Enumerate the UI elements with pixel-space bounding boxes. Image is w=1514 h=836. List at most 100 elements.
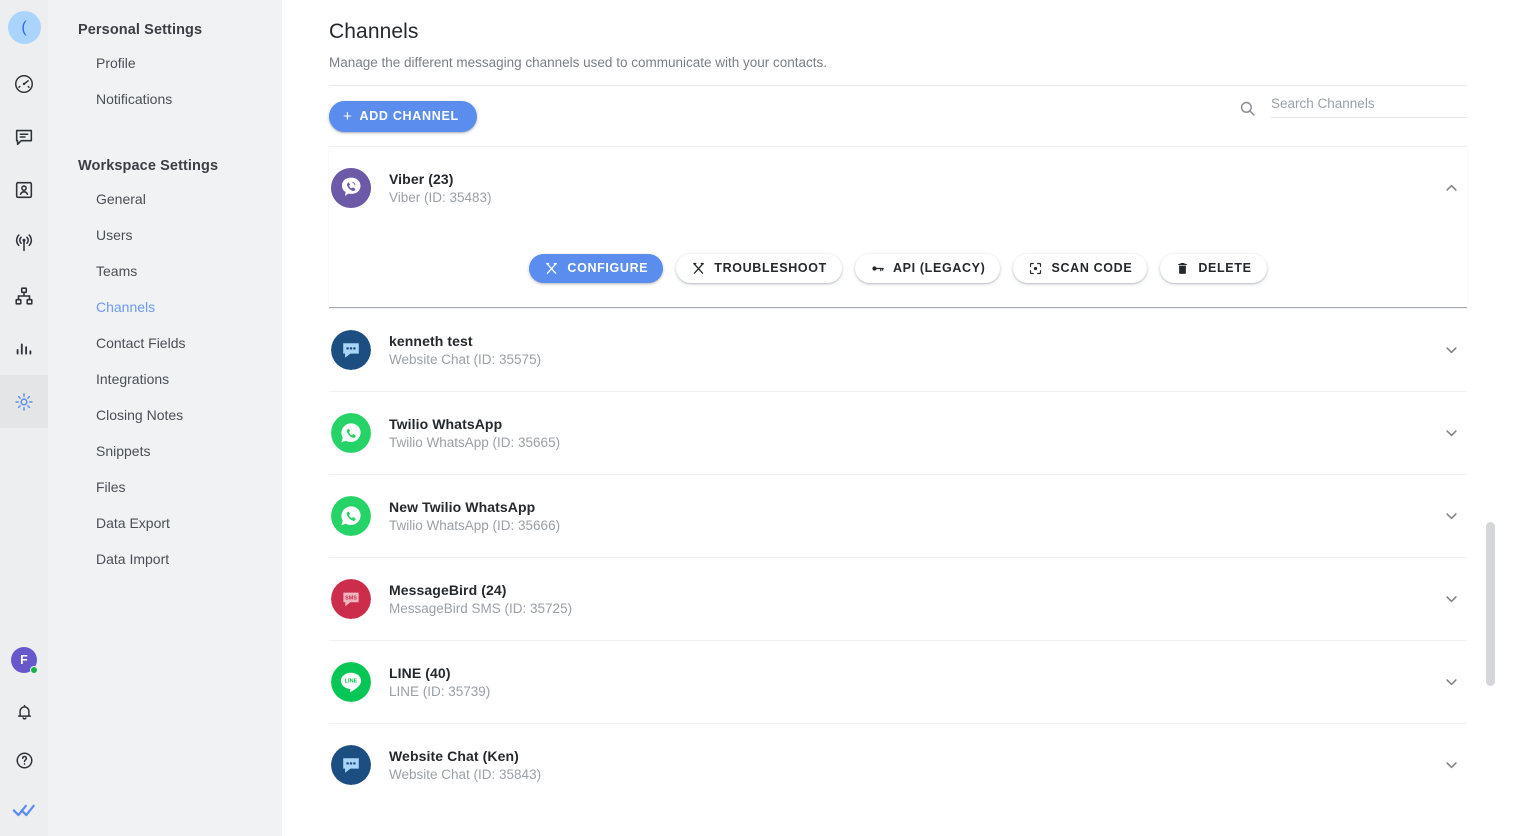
channel-name: MessageBird (24) [389,582,507,598]
chevron-down-icon[interactable] [1442,590,1461,609]
chevron-down-icon[interactable] [1442,673,1461,692]
sidebar-item-notifications[interactable]: Notifications [48,81,282,117]
sidebar-item-general[interactable]: General [48,181,282,217]
channel-name: kenneth test [389,333,473,349]
app-logo-glyph: ( [21,18,27,36]
channel-card-header[interactable]: kenneth test Website Chat (ID: 35575) [329,309,1467,391]
search-icon[interactable] [1238,99,1257,118]
troubleshoot-button[interactable]: TROUBLESHOOT [676,253,842,283]
dashboard-gauge-icon[interactable] [0,57,48,110]
channel-card: Twilio WhatsApp Twilio WhatsApp (ID: 356… [329,391,1467,474]
key-icon [870,261,885,276]
sidebar-item-closing-notes[interactable]: Closing Notes [48,397,282,433]
channel-card: kenneth test Website Chat (ID: 35575) [329,308,1467,391]
api-legacy-label: API (LEGACY) [892,261,986,275]
channel-subtitle: Website Chat (ID: 35575) [389,352,542,367]
channel-card: SMS MessageBird (24) MessageBird SMS (ID… [329,557,1467,640]
channel-card-header[interactable]: LINE LINE (40) LINE (ID: 35739) [329,641,1467,723]
plus-icon: + [343,107,353,125]
channel-text: Website Chat (Ken) Website Chat (ID: 358… [389,748,541,782]
broadcast-icon[interactable] [0,216,48,269]
sidebar-item-contact-fields[interactable]: Contact Fields [48,325,282,361]
channel-text: kenneth test Website Chat (ID: 35575) [389,333,541,367]
channel-subtitle: Twilio WhatsApp (ID: 35665) [389,435,561,450]
channel-card-header[interactable]: Viber (23) Viber (ID: 35483) [329,147,1467,229]
workflow-tree-icon[interactable] [0,269,48,322]
sidebar-item-channels[interactable]: Channels [48,289,282,325]
channel-card: New Twilio WhatsApp Twilio WhatsApp (ID:… [329,474,1467,557]
settings-sidebar: Personal Settings Profile Notifications … [48,0,282,836]
channel-card: Website Chat (Ken) Website Chat (ID: 358… [329,723,1467,806]
scrollbar-thumb[interactable] [1486,522,1495,686]
tools-crossed-icon [691,261,706,276]
gear-icon[interactable] [0,375,48,428]
trash-icon [1175,261,1190,276]
contact-card-icon[interactable] [0,163,48,216]
website-chat-icon [331,745,371,785]
double-check-icon[interactable] [0,784,48,836]
scan-code-label: SCAN CODE [1051,261,1133,275]
sidebar-item-users[interactable]: Users [48,217,282,253]
bell-icon[interactable] [0,688,48,736]
channel-name: New Twilio WhatsApp [389,499,536,515]
chevron-up-icon[interactable] [1442,179,1461,198]
delete-button[interactable]: DELETE [1160,253,1267,283]
tools-crossed-icon [544,261,559,276]
channel-card-header[interactable]: New Twilio WhatsApp Twilio WhatsApp (ID:… [329,475,1467,557]
add-channel-label: ADD CHANNEL [359,109,459,123]
channel-subtitle: Website Chat (ID: 35843) [389,767,542,782]
main-content: Channels Manage the different messaging … [282,0,1514,836]
sidebar-group-title-workspace: Workspace Settings [78,157,219,174]
troubleshoot-label: TROUBLESHOOT [714,261,827,275]
sidebar-item-data-import[interactable]: Data Import [48,541,282,577]
channel-subtitle: MessageBird SMS (ID: 35725) [389,601,573,616]
viber-icon [331,168,371,208]
sidebar-item-data-export[interactable]: Data Export [48,505,282,541]
qr-scan-icon [1028,261,1043,276]
search-container [1238,94,1467,118]
channel-card: LINE LINE (40) LINE (ID: 35739) [329,640,1467,723]
chevron-down-icon[interactable] [1442,756,1461,775]
channel-card-header[interactable]: Twilio WhatsApp Twilio WhatsApp (ID: 356… [329,392,1467,474]
sidebar-item-teams[interactable]: Teams [48,253,282,289]
bar-chart-icon[interactable] [0,322,48,375]
avatar[interactable]: F [0,632,48,688]
sidebar-item-snippets[interactable]: Snippets [48,433,282,469]
channel-subtitle: Twilio WhatsApp (ID: 35666) [389,518,561,533]
channel-text: Twilio WhatsApp Twilio WhatsApp (ID: 356… [389,416,560,450]
channel-card-header[interactable]: Website Chat (Ken) Website Chat (ID: 358… [329,724,1467,806]
online-status-dot [30,666,38,674]
channels-toolbar: + ADD CHANNEL [329,86,1467,146]
add-channel-button[interactable]: + ADD CHANNEL [329,100,477,132]
channel-subtitle: Viber (ID: 35483) [389,190,492,205]
channel-actions: CONFIGURE TROUBLESHOOT API (LEGACY) SCAN… [329,229,1467,307]
website-chat-icon [331,330,371,370]
page-subtitle: Manage the different messaging channels … [329,55,828,70]
scan-code-button[interactable]: SCAN CODE [1013,253,1148,283]
configure-button[interactable]: CONFIGURE [529,253,664,283]
sidebar-item-integrations[interactable]: Integrations [48,361,282,397]
channel-text: LINE (40) LINE (ID: 35739) [389,665,490,699]
channel-subtitle: LINE (ID: 35739) [389,684,491,699]
channel-name: Twilio WhatsApp [389,416,503,432]
api-legacy-button[interactable]: API (LEGACY) [854,253,1001,283]
chevron-down-icon[interactable] [1442,424,1461,443]
whatsapp-icon [331,413,371,453]
list-scrollbar[interactable] [1486,146,1495,822]
channel-name: LINE (40) [389,665,451,681]
sidebar-item-files[interactable]: Files [48,469,282,505]
whatsapp-icon [331,496,371,536]
help-circle-icon[interactable] [0,736,48,784]
configure-label: CONFIGURE [567,261,649,275]
line-icon: LINE [331,662,371,702]
chat-message-icon[interactable] [0,110,48,163]
channel-card-header[interactable]: SMS MessageBird (24) MessageBird SMS (ID… [329,558,1467,640]
chevron-down-icon[interactable] [1442,341,1461,360]
search-input[interactable] [1271,94,1467,118]
chevron-down-icon[interactable] [1442,507,1461,526]
app-logo[interactable]: ( [7,11,41,44]
sidebar-group-title-personal: Personal Settings [78,21,203,38]
svg-text:SMS: SMS [345,596,357,602]
sidebar-item-profile[interactable]: Profile [48,45,282,81]
channel-name: Website Chat (Ken) [389,748,519,764]
